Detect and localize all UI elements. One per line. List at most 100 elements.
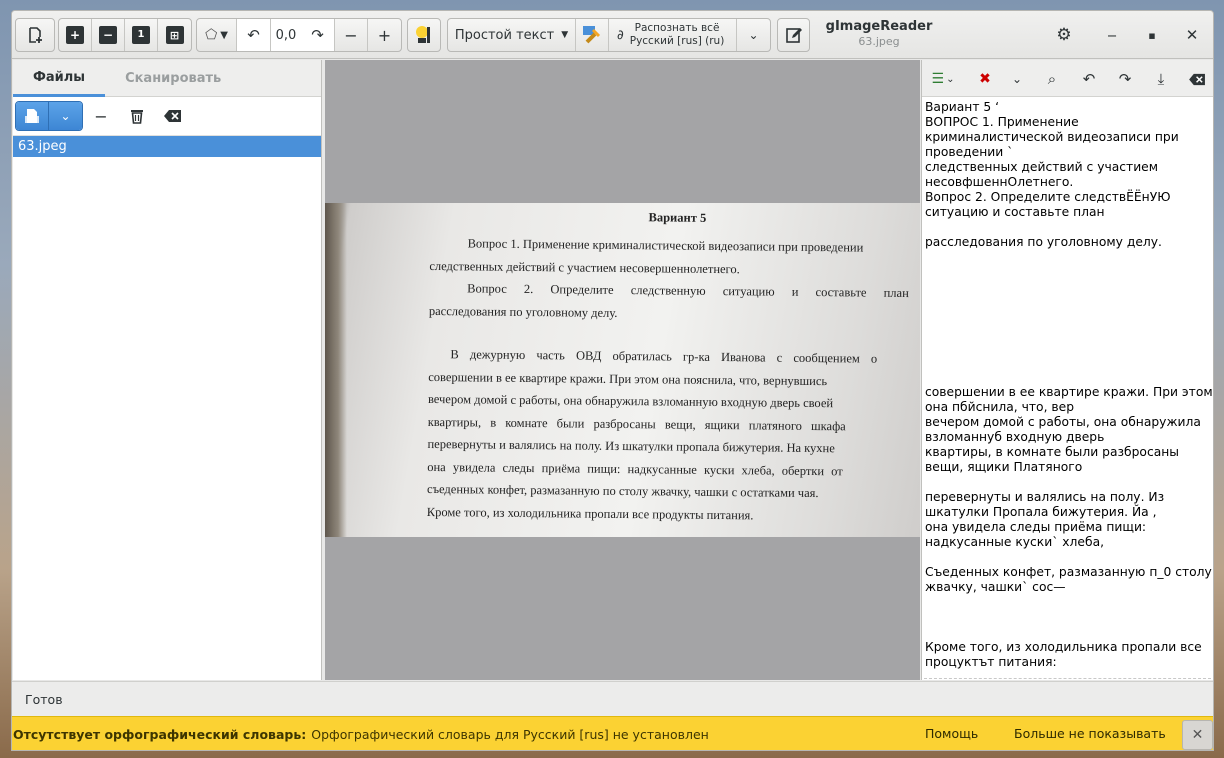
zoom-original-icon: 1 bbox=[132, 26, 150, 44]
add-image-button[interactable] bbox=[15, 18, 55, 52]
document-image: Вариант 5 Вопрос 1. Применение криминали… bbox=[325, 203, 920, 537]
output-panel: ☰ ⌄ ✖ ⌄ ⌕ ↶ ↷ ⤓ Вариант 5 ‘ВОПРОС 1. При… bbox=[921, 60, 1213, 680]
status-text: Готов bbox=[25, 691, 63, 707]
ocr-line: проведении ` bbox=[925, 145, 1014, 159]
ocr-line: расследования по уголовному делу. bbox=[925, 235, 1162, 249]
save-output-button[interactable]: ⤓ bbox=[1150, 68, 1172, 90]
recognize-icon: ∂ bbox=[617, 27, 624, 43]
window-title: gImageReader 63.jpeg bbox=[804, 19, 954, 48]
clear-output-button[interactable] bbox=[1186, 68, 1208, 90]
rotation-increase-button[interactable]: + bbox=[368, 19, 401, 51]
chevron-down-icon: ⌄ bbox=[60, 109, 71, 123]
list-item[interactable]: 63.jpeg bbox=[13, 136, 321, 157]
delete-file-button[interactable] bbox=[126, 105, 148, 127]
ocr-line bbox=[925, 475, 1213, 490]
output-toolbar: ☰ ⌄ ✖ ⌄ ⌕ ↶ ↷ ⤓ bbox=[922, 60, 1213, 97]
ocr-line: она увидела следы приёма пищи: bbox=[925, 520, 1147, 534]
ocr-line: несовфшеннОлетнего. bbox=[925, 175, 1074, 189]
zoom-original-button[interactable]: 1 bbox=[125, 19, 158, 51]
maximize-button[interactable]: ▪ bbox=[1142, 25, 1162, 45]
rotate-left-button[interactable]: ↶ bbox=[237, 19, 271, 51]
zoom-in-button[interactable]: + bbox=[59, 19, 92, 51]
remove-file-button[interactable]: − bbox=[90, 105, 112, 127]
app-title: gImageReader bbox=[825, 19, 933, 34]
ocr-line bbox=[925, 610, 1213, 625]
insert-mode-dropdown[interactable]: ☰ ⌄ bbox=[926, 68, 960, 90]
language-dropdown[interactable]: ⌄ bbox=[737, 19, 770, 51]
rotation-decrease-button[interactable]: − bbox=[335, 19, 368, 51]
strip-icon: ✖ bbox=[979, 71, 991, 87]
clear-list-button[interactable] bbox=[162, 105, 184, 127]
ocr-line: процуктът питания: bbox=[925, 655, 1057, 669]
image-controls-icon bbox=[416, 26, 430, 43]
minus-icon: − bbox=[94, 106, 108, 126]
rotate-right-icon: ↷ bbox=[311, 26, 324, 44]
ocr-line bbox=[925, 220, 1213, 235]
recognize-label: Распознать всё bbox=[634, 22, 720, 34]
recognition-area-icon bbox=[583, 26, 601, 44]
header-bar: + − 1 ⊞ ⬠ ▼ ↶ 0,0 ↷ − + Простой текст ▼ bbox=[12, 11, 1213, 59]
infobar-message: Орфографический словарь для Русский [rus… bbox=[311, 727, 709, 742]
app-subtitle: 63.jpeg bbox=[858, 35, 900, 48]
undo-button[interactable]: ↶ bbox=[1078, 68, 1100, 90]
gear-icon: ⚙ bbox=[1056, 25, 1072, 45]
rotate-mode-dropdown[interactable]: ⬠ ▼ bbox=[197, 19, 237, 51]
photo-shadow-edge bbox=[325, 203, 347, 537]
save-icon: ⤓ bbox=[1157, 70, 1165, 88]
ocr-line: Вопрос 2. Определите следствЁЁнУЮ bbox=[925, 190, 1171, 204]
ocr-line: криминалистической видеозаписи при bbox=[925, 130, 1179, 144]
ocr-line bbox=[925, 595, 1213, 610]
chevron-down-icon: ⌄ bbox=[1011, 72, 1023, 86]
ocr-line bbox=[925, 310, 1213, 325]
output-mode-label: Простой текст bbox=[454, 27, 555, 43]
ocr-line: надкусанные куски` хлеба, bbox=[925, 535, 1105, 549]
rotate-right-button[interactable]: ↷ bbox=[301, 19, 335, 51]
recognize-all-button[interactable]: ∂ Распознать всё Русский [rus] (ru) bbox=[609, 19, 737, 51]
ocr-line: взломаннуб входную дверь bbox=[925, 430, 1105, 444]
ocr-line bbox=[925, 295, 1213, 310]
rotation-input[interactable]: 0,0 bbox=[271, 19, 301, 51]
minimize-button[interactable]: ‒ bbox=[1102, 25, 1122, 45]
ocr-line bbox=[925, 340, 1213, 355]
image-view[interactable]: Вариант 5 Вопрос 1. Применение криминали… bbox=[325, 60, 920, 680]
close-button[interactable]: ✕ bbox=[1182, 25, 1202, 45]
zoom-out-icon: − bbox=[99, 26, 117, 44]
rotate-left-icon: ↶ bbox=[247, 26, 260, 44]
redo-button[interactable]: ↷ bbox=[1114, 68, 1136, 90]
zoom-out-button[interactable]: − bbox=[92, 19, 125, 51]
tab-scan[interactable]: Сканировать bbox=[105, 60, 241, 97]
zoom-in-icon: + bbox=[66, 26, 84, 44]
open-files-button[interactable] bbox=[16, 102, 49, 130]
rotate-mode-icon: ⬠ bbox=[205, 27, 218, 43]
plus-icon: + bbox=[377, 25, 392, 45]
redo-icon: ↷ bbox=[1118, 70, 1132, 88]
settings-button[interactable]: ⚙ bbox=[1054, 25, 1074, 45]
ocr-text-area[interactable]: Вариант 5 ‘ВОПРОС 1. Применение криминали… bbox=[922, 97, 1213, 670]
find-replace-button[interactable]: ⌕ bbox=[1041, 68, 1063, 90]
image-controls-button[interactable] bbox=[407, 18, 441, 52]
strip-options-dropdown[interactable]: ⌄ bbox=[1006, 68, 1028, 90]
close-icon: ✕ bbox=[1185, 26, 1199, 44]
output-mode-dropdown[interactable]: Простой текст ▼ bbox=[448, 19, 576, 51]
recognition-group: Простой текст ▼ ∂ Распознать всё Русский… bbox=[447, 18, 771, 52]
infobar-close-button[interactable]: ✕ bbox=[1182, 720, 1213, 750]
zoom-fit-button[interactable]: ⊞ bbox=[158, 19, 191, 51]
ocr-line: она пбйснила, что, вер bbox=[925, 400, 1075, 414]
sources-panel: Файлы Сканировать ⌄ − 63.jpeg bbox=[13, 60, 322, 680]
find-replace-icon: ⌕ bbox=[1047, 70, 1057, 88]
close-icon: ✕ bbox=[1191, 727, 1204, 743]
text-end-marker bbox=[924, 678, 1211, 679]
maximize-icon: ▪ bbox=[1148, 28, 1156, 42]
ocr-line bbox=[925, 280, 1213, 295]
open-recent-dropdown[interactable]: ⌄ bbox=[49, 102, 82, 130]
chevron-down-icon: ▼ bbox=[561, 30, 569, 40]
zoom-fit-icon: ⊞ bbox=[165, 26, 184, 44]
tab-files[interactable]: Файлы bbox=[13, 60, 106, 97]
dont-show-again-button[interactable]: Больше не показывать bbox=[1014, 726, 1166, 741]
help-button[interactable]: Помощь bbox=[925, 726, 978, 741]
document-line: расследования по уголовному делу. bbox=[428, 303, 618, 320]
recognition-area-button[interactable] bbox=[576, 19, 609, 51]
chevron-down-icon: ⌄ bbox=[946, 73, 955, 85]
document-text: Вариант 5 Вопрос 1. Применение криминали… bbox=[427, 208, 909, 528]
strip-linebreaks-button[interactable]: ✖ bbox=[974, 68, 996, 90]
